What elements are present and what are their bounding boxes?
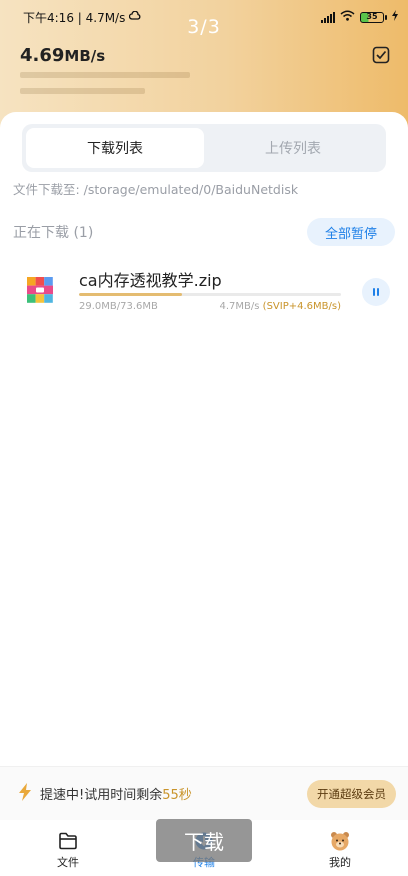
download-speed: 4.69MB/s	[20, 45, 105, 66]
open-svip-button[interactable]: 开通超级会员	[307, 779, 396, 808]
select-checkbox-icon[interactable]	[370, 44, 392, 66]
nav-item-mine[interactable]: 我的	[272, 820, 408, 876]
obscured-text-line	[20, 72, 190, 78]
pause-all-button[interactable]: 全部暂停	[306, 218, 395, 246]
trial-text: 提速中!试用时间剩余	[40, 788, 163, 803]
nav-label-mine: 我的	[329, 856, 351, 869]
folder-icon	[57, 830, 79, 852]
trial-countdown-text: 提速中!试用时间剩余55秒	[40, 784, 192, 803]
download-task-item[interactable]: ca内存透视教学.zip 29.0MB/73.6MB 4.7MB/s (SVIP…	[26, 264, 390, 324]
zip-file-icon	[26, 276, 54, 304]
bear-avatar-icon	[329, 830, 351, 852]
downloading-title: 正在下载 (1)	[13, 225, 94, 241]
downloading-header: 正在下载 (1) 全部暂停	[13, 218, 395, 246]
obscured-text-line	[20, 88, 145, 94]
progress-fill	[79, 293, 183, 296]
speedup-trial-banner: 提速中!试用时间剩余55秒 开通超级会员	[0, 766, 408, 820]
nav-label-files: 文件	[57, 856, 79, 869]
trial-seconds: 55秒	[162, 788, 192, 803]
file-size-progress: 29.0MB/73.6MB	[79, 301, 158, 312]
file-name: ca内存透视教学.zip	[79, 271, 222, 290]
speed-unit: MB/s	[64, 46, 106, 65]
tab-upload-list[interactable]: 上传列表	[204, 128, 382, 168]
toast-message: 下载	[156, 819, 252, 862]
transfer-tabs: 下载列表 上传列表	[22, 124, 386, 172]
page-indicator: 3/3	[187, 16, 221, 38]
pause-button[interactable]	[362, 278, 390, 306]
speed-value: 4.69	[20, 44, 65, 66]
tab-download-list[interactable]: 下载列表	[26, 128, 204, 168]
svip-boost-rate: (SVIP+4.6MB/s)	[262, 301, 341, 312]
download-rate: 4.7MB/s (SVIP+4.6MB/s)	[220, 301, 342, 312]
download-progress-bar	[79, 293, 341, 296]
lightning-icon	[18, 782, 32, 805]
nav-item-files[interactable]: 文件	[0, 820, 136, 876]
rate-value: 4.7MB/s	[219, 301, 260, 312]
download-path: 文件下载至: /storage/emulated/0/BaiduNetdisk	[13, 182, 299, 197]
speed-row: 4.69MB/s	[20, 44, 392, 66]
